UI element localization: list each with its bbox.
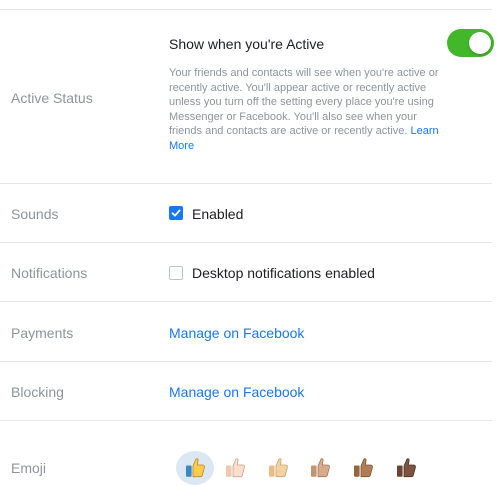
toggle-knob [469, 32, 491, 54]
thumbs-up-medium-option[interactable] [301, 451, 339, 485]
payments-manage-link[interactable]: Manage on Facebook [169, 325, 304, 341]
thumbs-up-icon [269, 458, 288, 478]
top-divider [0, 9, 492, 10]
divider [0, 242, 492, 243]
thumbs-up-icon [311, 458, 330, 478]
thumbs-up-icon [354, 458, 373, 478]
thumbs-up-default-option[interactable] [176, 451, 214, 485]
divider [0, 420, 492, 421]
thumbs-up-dark-option[interactable] [387, 451, 425, 485]
blocking-manage-link[interactable]: Manage on Facebook [169, 384, 304, 400]
divider [0, 183, 492, 184]
thumbs-up-light-option[interactable] [216, 451, 254, 485]
active-status-toggle[interactable] [447, 29, 494, 57]
active-status-description-text: Your friends and contacts will see when … [169, 67, 439, 137]
emoji-label: Emoji [11, 460, 47, 476]
sounds-option-label[interactable]: Enabled [192, 206, 243, 222]
notifications-checkbox[interactable] [169, 266, 183, 280]
thumbs-up-icon [186, 458, 205, 478]
active-status-label: Active Status [11, 90, 93, 106]
active-status-title: Show when you're Active [169, 36, 325, 52]
notifications-option-label[interactable]: Desktop notifications enabled [192, 265, 375, 281]
checkmark-icon [171, 209, 181, 217]
thumbs-up-medium-light-option[interactable] [259, 451, 297, 485]
divider [0, 361, 492, 362]
blocking-label: Blocking [11, 384, 64, 400]
notifications-label: Notifications [11, 265, 88, 281]
active-status-description: Your friends and contacts will see when … [169, 66, 441, 153]
thumbs-up-icon [226, 458, 245, 478]
divider [0, 301, 492, 302]
sounds-checkbox[interactable] [169, 206, 183, 220]
sounds-label: Sounds [11, 206, 59, 222]
thumbs-up-icon [397, 458, 416, 478]
thumbs-up-medium-dark-option[interactable] [344, 451, 382, 485]
payments-label: Payments [11, 325, 74, 341]
